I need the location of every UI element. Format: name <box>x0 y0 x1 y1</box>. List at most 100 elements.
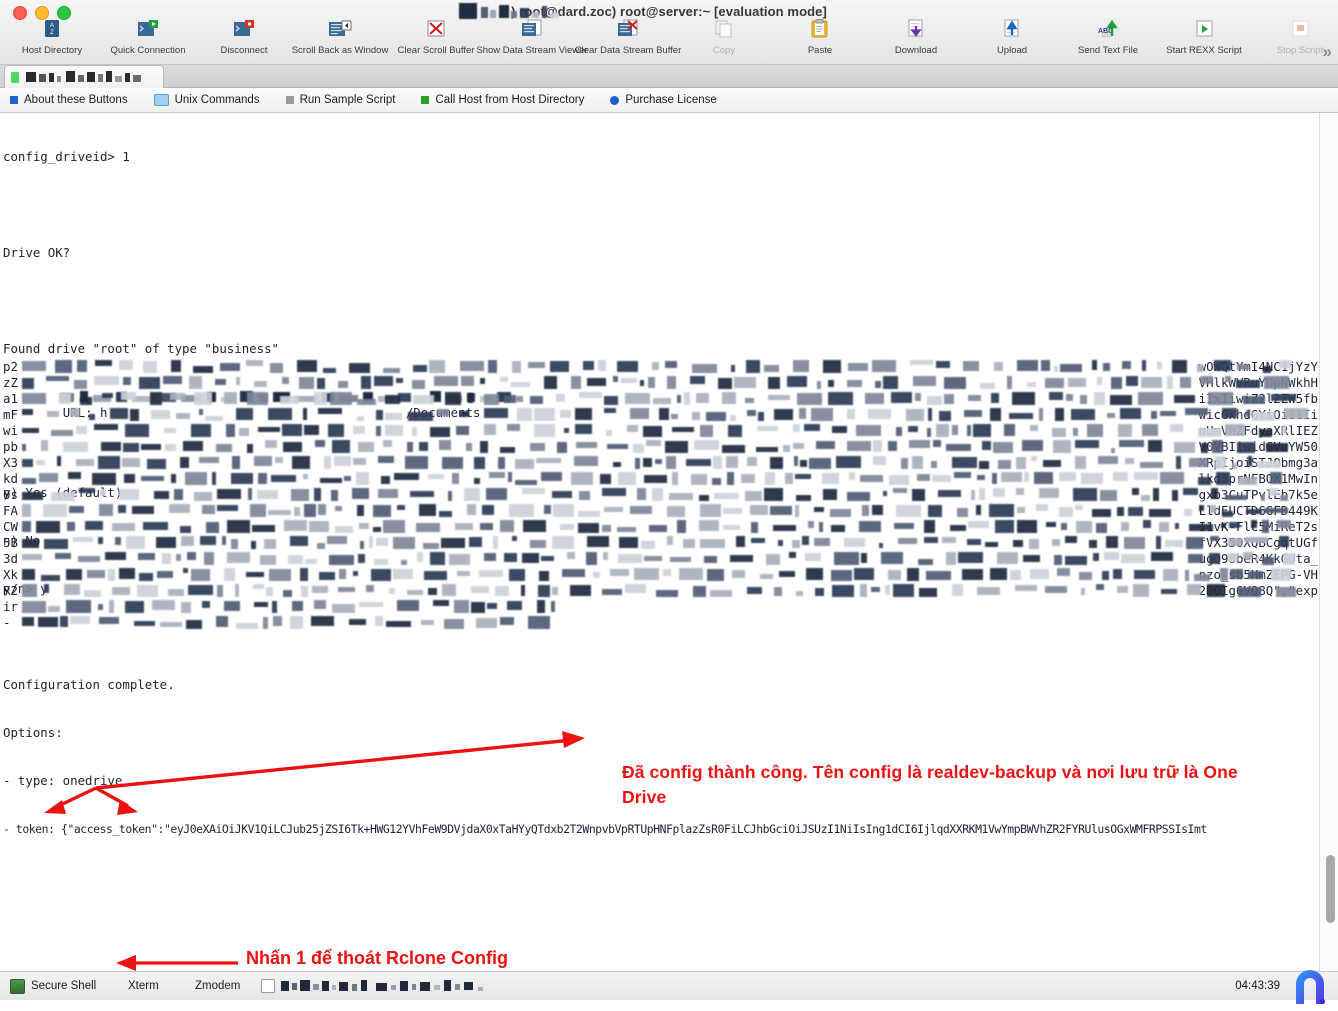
status-secure-shell[interactable]: Secure Shell <box>10 978 128 994</box>
terminal-play-icon <box>135 19 161 43</box>
toolbar-item-download[interactable]: Download <box>868 16 964 56</box>
toolbar-item-label: Clear Scroll Buffer <box>397 45 475 56</box>
clipboard-paste-icon <box>807 19 833 43</box>
svg-text:Z: Z <box>50 30 54 36</box>
upload-arrow-icon <box>999 19 1025 43</box>
toolbar-item-send-text-file[interactable]: ABC DEF Send Text File <box>1060 16 1156 56</box>
toolbar-item-label: Quick Connection <box>110 45 186 56</box>
toolbar-item-host-directory[interactable]: AZ Host Directory <box>4 16 100 56</box>
toolbar-item-label: Host Directory <box>21 45 83 56</box>
terminal-line: Drive OK? <box>3 245 71 260</box>
status-zmodem[interactable]: Zmodem <box>195 980 261 992</box>
status-bar: Secure Shell Xterm Zmodem 04:43:39 <box>0 970 1338 1005</box>
status-clock: 04:43:39 <box>1235 980 1280 992</box>
terminal-line: config_driveid> 1 <box>3 149 130 164</box>
play-icon <box>1191 19 1217 43</box>
status-label: Secure Shell <box>31 980 97 992</box>
toolbar-item-label: Download <box>894 45 938 56</box>
clear-buffer-x-icon <box>423 19 449 43</box>
copy-icon <box>711 19 737 43</box>
app-logo-icon <box>1288 966 1332 1006</box>
zoc-terminal-window: ) root@dard.zoc) root@server:~ [evaluati… <box>0 0 1338 1005</box>
blue-circle-icon <box>610 95 620 105</box>
toolbar-item-paste[interactable]: Paste <box>772 16 868 56</box>
toolbar-item-label: Stop Script <box>1276 45 1324 56</box>
folder-icon <box>153 94 169 106</box>
toolbar-item-disconnect[interactable]: Disconnect <box>196 16 292 56</box>
scrollbar-thumb[interactable] <box>1326 855 1335 923</box>
svg-text:A: A <box>50 23 54 29</box>
datastream-clear-icon <box>615 19 641 43</box>
title-bar: ) root@dard.zoc) root@server:~ [evaluati… <box>0 0 1338 65</box>
terminal-line-token: - token: {"access_token":"eyJ0eXAiOiJKV1… <box>3 822 1207 836</box>
tab-session-active[interactable] <box>4 65 164 88</box>
toolbar-item-scroll-back-as-window[interactable]: Scroll Back as Window <box>292 16 388 56</box>
toolbar-item-label: Paste <box>807 45 833 56</box>
toolbar-item-label: Clear Data Stream Buffer <box>574 45 682 56</box>
main-toolbar[interactable]: AZ Host Directory Quick Connection Disco… <box>0 16 1338 64</box>
quick-button-bar[interactable]: About these Buttons Unix Commands Run Sa… <box>0 88 1338 113</box>
toolbar-item-label: Send Text File <box>1077 45 1139 56</box>
terminal-stop-icon <box>231 19 257 43</box>
download-arrow-icon <box>903 19 929 43</box>
tab-label-redacted <box>24 71 157 83</box>
status-label-redacted <box>281 980 499 992</box>
blue-square-icon <box>10 96 18 104</box>
send-text-file-icon: ABC DEF <box>1095 19 1121 43</box>
terminal-line: y) Yes (default) <box>3 485 123 500</box>
button-about-these-buttons[interactable]: About these Buttons <box>10 94 140 106</box>
toolbar-item-label: Scroll Back as Window <box>291 45 389 56</box>
button-label: About these Buttons <box>24 94 128 106</box>
button-purchase-license[interactable]: Purchase License <box>610 94 728 106</box>
vertical-scrollbar[interactable] <box>1319 113 1338 971</box>
button-label: Run Sample Script <box>299 94 396 106</box>
toolbar-item-upload[interactable]: Upload <box>964 16 1060 56</box>
status-extra[interactable] <box>261 979 499 993</box>
button-run-sample-script[interactable]: Run Sample Script <box>285 94 408 106</box>
connection-status-icon <box>11 71 19 83</box>
toolbar-item-label: Copy <box>712 45 736 56</box>
grey-square-icon <box>285 96 294 104</box>
annotation-quit-config-note: Nhấn 1 để thoát Rclone Config <box>246 948 509 968</box>
az-book-icon: AZ <box>39 19 65 43</box>
status-xterm[interactable]: Xterm <box>128 980 195 992</box>
toolbar-item-label: Disconnect <box>220 45 268 56</box>
status-label: Zmodem <box>195 980 241 992</box>
status-checkbox[interactable] <box>261 979 275 993</box>
button-label: Purchase License <box>625 94 717 106</box>
terminal-area[interactable]: config_driveid> 1 Drive OK? Found drive … <box>0 113 1338 971</box>
toolbar-item-clear-data-stream-buffer[interactable]: Clear Data Stream Buffer <box>575 16 681 56</box>
terminal-line: n) No <box>3 533 41 548</box>
chevron-double-right-icon[interactable]: » <box>1323 42 1332 62</box>
toolbar-item-label: Start REXX Script <box>1166 45 1242 56</box>
stop-icon <box>1287 19 1313 43</box>
terminal-output[interactable]: config_driveid> 1 Drive OK? Found drive … <box>0 113 1320 971</box>
button-call-host-from-host-directory[interactable]: Call Host from Host Directory <box>421 94 596 106</box>
token-block-spacer <box>3 901 1320 971</box>
scrollback-window-icon <box>327 19 353 43</box>
terminal-line: Configuration complete. <box>3 677 175 692</box>
annotation-remote-success-note: Đã config thành công. Tên config là real… <box>622 762 1238 807</box>
toolbar-item-start-rexx-script[interactable]: Start REXX Script <box>1156 16 1252 56</box>
terminal-line: y/n> y <box>3 581 48 596</box>
toolbar-item-clear-scroll-buffer[interactable]: Clear Scroll Buffer <box>388 16 484 56</box>
tab-strip <box>0 65 1338 88</box>
toolbar-item-copy[interactable]: Copy <box>676 16 772 56</box>
toolbar-item-label: Upload <box>996 45 1028 56</box>
toolbar-item-show-data-stream-viewer[interactable]: Show Data Stream Viewer <box>476 16 588 56</box>
status-label: Xterm <box>128 980 159 992</box>
terminal-line: Options: <box>3 725 63 740</box>
button-unix-commands[interactable]: Unix Commands <box>153 94 272 106</box>
toolbar-item-quick-connection[interactable]: Quick Connection <box>100 16 196 56</box>
toolbar-item-label: Show Data Stream Viewer <box>476 45 588 56</box>
url-redaction-overlay <box>60 391 525 404</box>
secure-shell-icon <box>10 978 25 994</box>
button-label: Call Host from Host Directory <box>435 94 585 106</box>
datastream-view-icon <box>519 19 545 43</box>
button-label: Unix Commands <box>174 94 260 106</box>
green-square-icon <box>421 96 430 104</box>
